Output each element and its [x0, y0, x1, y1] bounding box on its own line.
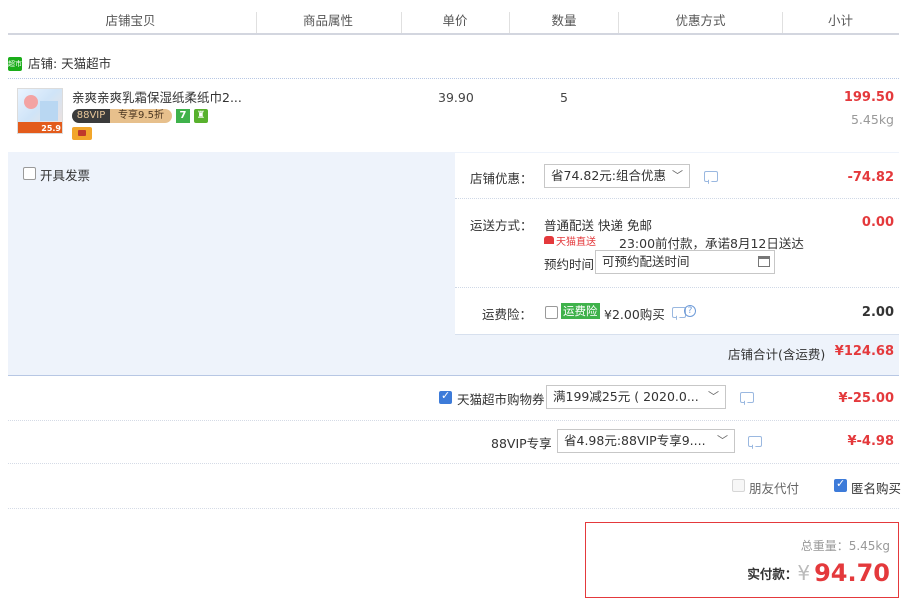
vip88-select[interactable]: 省4.98元:88VIP专享9.... ﹀ [557, 429, 735, 453]
tmall-direct-badge: 天猫直送 [556, 237, 596, 248]
chevron-down-icon: ﹀ [672, 169, 683, 182]
quantity: 5 [560, 90, 568, 105]
shop-total-label: 店铺合计(含运费) [728, 347, 826, 362]
shop-total-amount: ¥124.68 [834, 344, 894, 359]
table-header: 店铺宝贝 商品属性 单价 数量 优惠方式 小计 [8, 8, 899, 35]
tmall-supermarket-icon: 超市 [8, 57, 22, 71]
unit-price: 39.90 [438, 90, 474, 105]
header-underline [8, 33, 899, 35]
item-subtotal: 199.50 [843, 90, 894, 105]
header-price: 单价 [442, 13, 468, 28]
vip-badge: 88VIP [72, 109, 110, 123]
card-chip [78, 130, 86, 136]
vip88-amount: ¥-4.98 [847, 434, 894, 449]
currency-symbol: ¥ [797, 561, 811, 585]
item-row: 25.9 亲爽亲爽乳霜保湿纸柔纸巾2... 88VIP 专享9.5折 7 ♜ 3… [8, 80, 899, 152]
header-subtotal: 小计 [827, 13, 853, 28]
vip88-selected: 省4.98元:88VIP专享9.... [564, 433, 706, 448]
header-attr: 商品属性 [302, 13, 353, 28]
chevron-down-icon: ﹀ [717, 434, 728, 447]
coupon-label: 天猫超市购物券 [457, 392, 545, 407]
shop-name[interactable]: 店铺: 天猫超市 [28, 55, 111, 73]
friend-pay-checkbox[interactable] [732, 479, 745, 492]
header-qty: 数量 [551, 13, 577, 28]
thumb-decoration [40, 101, 58, 121]
insurance-label: 运费险： [482, 307, 533, 322]
divider [8, 508, 899, 509]
insurance-badge: 运费险 [561, 303, 600, 319]
pay-label: 实付款： [747, 566, 798, 582]
message-icon[interactable] [740, 392, 754, 403]
divider [455, 198, 899, 199]
coupon-amount: ¥-25.00 [838, 391, 894, 406]
divider [8, 463, 899, 464]
vip-discount-badge: 专享9.5折 [110, 109, 172, 123]
total-weight: 总重量：5.45kg [801, 537, 890, 554]
panel-bottom-border [8, 375, 899, 376]
divider [455, 334, 899, 335]
card-badge-icon [72, 127, 92, 140]
divider [455, 287, 899, 288]
anonymous-checkbox[interactable] [834, 477, 847, 492]
item-weight: 5.45kg [850, 112, 894, 127]
message-icon[interactable] [704, 171, 718, 182]
reserve-time-placeholder: 可预约配送时间 [602, 254, 690, 269]
header-discount: 优惠方式 [675, 13, 726, 28]
tmall-cat-icon [544, 236, 554, 244]
thumb-decoration [24, 95, 38, 109]
shop-icon-text: 超市 [8, 60, 22, 68]
shop-discount-selected: 省74.82元:组合优惠 [551, 168, 666, 183]
invoice-label: 开具发票 [40, 168, 91, 183]
total-weight-value: 5.45kg [848, 539, 890, 553]
shipping-label: 运送方式： [470, 218, 533, 233]
total-weight-label: 总重量： [800, 539, 849, 553]
insurance-checkbox[interactable] [545, 306, 558, 319]
friend-pay-label: 朋友代付 [749, 481, 800, 496]
coupon-checkbox[interactable] [439, 389, 452, 404]
reserve-time-input[interactable]: 可预约配送时间 [595, 250, 775, 274]
shop-discount-amount: -74.82 [847, 170, 894, 185]
help-icon[interactable]: ? [684, 305, 696, 317]
reserve-time-label: 预约时间 [544, 257, 595, 272]
coupon-select[interactable]: 满199减25元 ( 2020.0... ﹀ [546, 385, 726, 409]
thumb-price: 25.9 [41, 124, 61, 133]
shipping-method: 普通配送 快递 免邮 [544, 218, 652, 233]
service-badge-icon: ♜ [194, 109, 208, 123]
anonymous-label: 匿名购买 [851, 481, 902, 496]
insurance-price: ¥2.00购买 [604, 307, 665, 322]
payment-summary: 总重量：5.45kg 实付款：¥ 94.70 [585, 522, 899, 598]
pay-amount-row: 实付款：¥ 94.70 [747, 559, 890, 587]
message-icon[interactable] [748, 436, 762, 447]
header-shop-item: 店铺宝贝 [105, 13, 156, 28]
shipping-amount: 0.00 [861, 215, 894, 230]
divider [8, 420, 899, 421]
vip88-label: 88VIP专享 [491, 436, 552, 451]
insurance-amount: 2.00 [861, 305, 894, 320]
product-thumbnail[interactable]: 25.9 [17, 88, 63, 134]
calendar-icon[interactable] [758, 256, 770, 267]
shop-discount-label: 店铺优惠： [470, 171, 533, 186]
chevron-down-icon: ﹀ [708, 390, 719, 403]
coupon-selected: 满199减25元 ( 2020.0... [553, 389, 699, 404]
item-title[interactable]: 亲爽亲爽乳霜保湿纸柔纸巾2... [72, 90, 242, 106]
shop-divider [8, 78, 899, 79]
pay-amount: 94.70 [814, 559, 890, 587]
shop-discount-select[interactable]: 省74.82元:组合优惠 ﹀ [544, 164, 690, 188]
invoice-checkbox[interactable] [23, 167, 36, 180]
seven-day-return-badge: 7 [176, 109, 190, 123]
